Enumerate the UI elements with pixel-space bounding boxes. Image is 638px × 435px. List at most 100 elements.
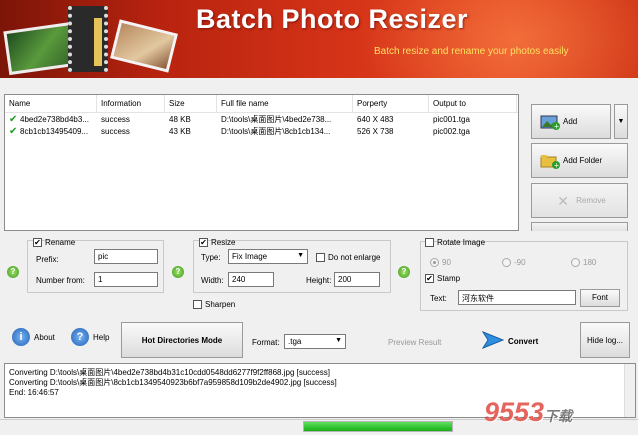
file-output: pic001.tga: [433, 114, 470, 124]
success-check-icon: ✔: [9, 126, 18, 136]
hide-log-button[interactable]: Hide log...: [580, 322, 630, 358]
file-size: 48 KB: [169, 114, 191, 124]
number-from-input[interactable]: 1: [94, 272, 158, 287]
progress-bar: [303, 421, 453, 432]
watermark-sub: 下载: [544, 408, 573, 424]
width-label: Width:: [201, 276, 224, 285]
type-label: Type:: [201, 253, 221, 262]
format-value: .tga: [288, 337, 302, 346]
file-full-name: D:\tools\桌面图片\4bed2e738...: [221, 114, 332, 124]
remove-button-label: Remove: [576, 196, 606, 205]
rotate-180-label: 180: [583, 258, 597, 267]
progress-fill: [304, 422, 452, 431]
add-dropdown-button[interactable]: ▼: [614, 104, 628, 139]
resize-checkbox[interactable]: ✔: [199, 238, 208, 247]
table-row[interactable]: ✔ 4bed2e738bd4b3... success 48 KB D:\tool…: [5, 113, 518, 125]
rotate-180-radio[interactable]: [571, 258, 580, 267]
col-name[interactable]: Name: [5, 95, 97, 112]
add-button[interactable]: + Add: [531, 104, 611, 139]
col-property[interactable]: Porperty: [353, 95, 429, 112]
stamp-text-input[interactable]: 河东软件: [458, 290, 576, 305]
rotate-checkbox[interactable]: [425, 238, 434, 247]
do-not-enlarge-label: Do not enlarge: [328, 253, 381, 262]
col-size[interactable]: Size: [165, 95, 217, 112]
rename-label: Rename: [45, 238, 76, 247]
table-row[interactable]: ✔ 8cb1cb13495409... success 43 KB D:\tool…: [5, 125, 518, 137]
file-name: 8cb1cb13495409...: [20, 126, 89, 136]
rotate-minus90-radio[interactable]: [502, 258, 511, 267]
prefix-input[interactable]: pic: [94, 249, 158, 264]
rename-checkbox[interactable]: ✔: [33, 238, 42, 247]
help-icon: ?: [71, 328, 89, 346]
resize-type-select[interactable]: Fix Image ▼: [228, 249, 308, 264]
help-button[interactable]: ? Help: [71, 328, 109, 346]
do-not-enlarge-checkbox[interactable]: [316, 253, 325, 262]
app-logo: [3, 4, 189, 76]
resize-label: Resize: [211, 238, 236, 247]
stamp-label: Stamp: [437, 274, 461, 283]
sharpen-label: Sharpen: [205, 300, 236, 309]
rotate-minus90-label: -90: [514, 258, 526, 267]
convert-arrow-icon: [481, 330, 505, 352]
col-output-to[interactable]: Output to: [429, 95, 517, 112]
chevron-down-icon: ▼: [335, 337, 342, 344]
watermark-main: 9553: [484, 397, 545, 427]
file-property: 640 X 483: [357, 114, 394, 124]
app-window: Batch Photo Resizer Batch resize and ren…: [0, 0, 638, 435]
rotate-label: Rotate Image: [437, 238, 486, 247]
logo-ruler: [94, 18, 102, 66]
height-label: Height:: [306, 276, 332, 285]
watermark-logo: 9553下载: [484, 397, 572, 428]
header-banner: Batch Photo Resizer Batch resize and ren…: [0, 0, 638, 78]
svg-text:+: +: [554, 161, 560, 168]
log-scrollbar[interactable]: [624, 364, 635, 417]
file-output: pic002.tga: [433, 126, 470, 136]
number-from-label: Number from:: [36, 276, 85, 285]
height-input[interactable]: 200: [334, 272, 380, 287]
file-size: 43 KB: [169, 126, 191, 136]
col-information[interactable]: Information: [97, 95, 165, 112]
info-icon: i: [12, 328, 30, 346]
prefix-label: Prefix:: [36, 255, 59, 264]
add-folder-icon: +: [540, 153, 560, 169]
remove-icon: ✕: [557, 192, 569, 209]
convert-button[interactable]: Convert: [481, 330, 539, 352]
log-line: Converting D:\tools\桌面图片\4bed2e738bd4b31…: [9, 368, 330, 377]
convert-label: Convert: [508, 336, 539, 346]
about-button[interactable]: i About: [12, 328, 55, 346]
app-subtitle: Batch resize and rename your photos easi…: [374, 46, 569, 57]
help-label: Help: [93, 332, 110, 342]
file-property: 526 X 738: [357, 126, 394, 136]
logo-photo-sepia: [110, 19, 178, 73]
file-list[interactable]: Name Information Size Full file name Por…: [4, 94, 519, 231]
font-button[interactable]: Font: [580, 289, 620, 307]
rotate-help-icon[interactable]: ?: [398, 266, 410, 278]
width-input[interactable]: 240: [228, 272, 274, 287]
rename-help-icon[interactable]: ?: [7, 266, 19, 278]
stamp-text-label: Text:: [430, 294, 447, 303]
sharpen-checkbox[interactable]: [193, 300, 202, 309]
add-button-label: Add: [563, 117, 578, 126]
about-label: About: [34, 332, 55, 342]
add-folder-button[interactable]: + Add Folder: [531, 143, 628, 178]
logo-film-strip: [68, 6, 108, 72]
add-image-icon: +: [540, 114, 560, 130]
file-name: 4bed2e738bd4b3...: [20, 114, 89, 124]
clear-button-partial[interactable]: [531, 222, 628, 231]
resize-help-icon[interactable]: ?: [172, 266, 184, 278]
log-line: Converting D:\tools\桌面图片\8cb1cb134954092…: [9, 378, 337, 387]
remove-button[interactable]: ✕ Remove: [531, 183, 628, 218]
success-check-icon: ✔: [9, 114, 18, 124]
col-full-file-name[interactable]: Full file name: [217, 95, 353, 112]
add-folder-button-label: Add Folder: [563, 156, 603, 165]
rotate-90-label: 90: [442, 258, 451, 267]
rotate-90-radio[interactable]: [430, 258, 439, 267]
format-select[interactable]: .tga ▼: [284, 334, 346, 349]
file-info: success: [101, 114, 130, 124]
hot-directories-button[interactable]: Hot Directories Mode: [121, 322, 243, 358]
preview-result-button[interactable]: Preview Result: [388, 338, 441, 347]
svg-text:+: +: [554, 122, 560, 129]
resize-type-value: Fix Image: [232, 252, 268, 261]
stamp-checkbox[interactable]: ✔: [425, 274, 434, 283]
app-title: Batch Photo Resizer: [196, 4, 469, 34]
